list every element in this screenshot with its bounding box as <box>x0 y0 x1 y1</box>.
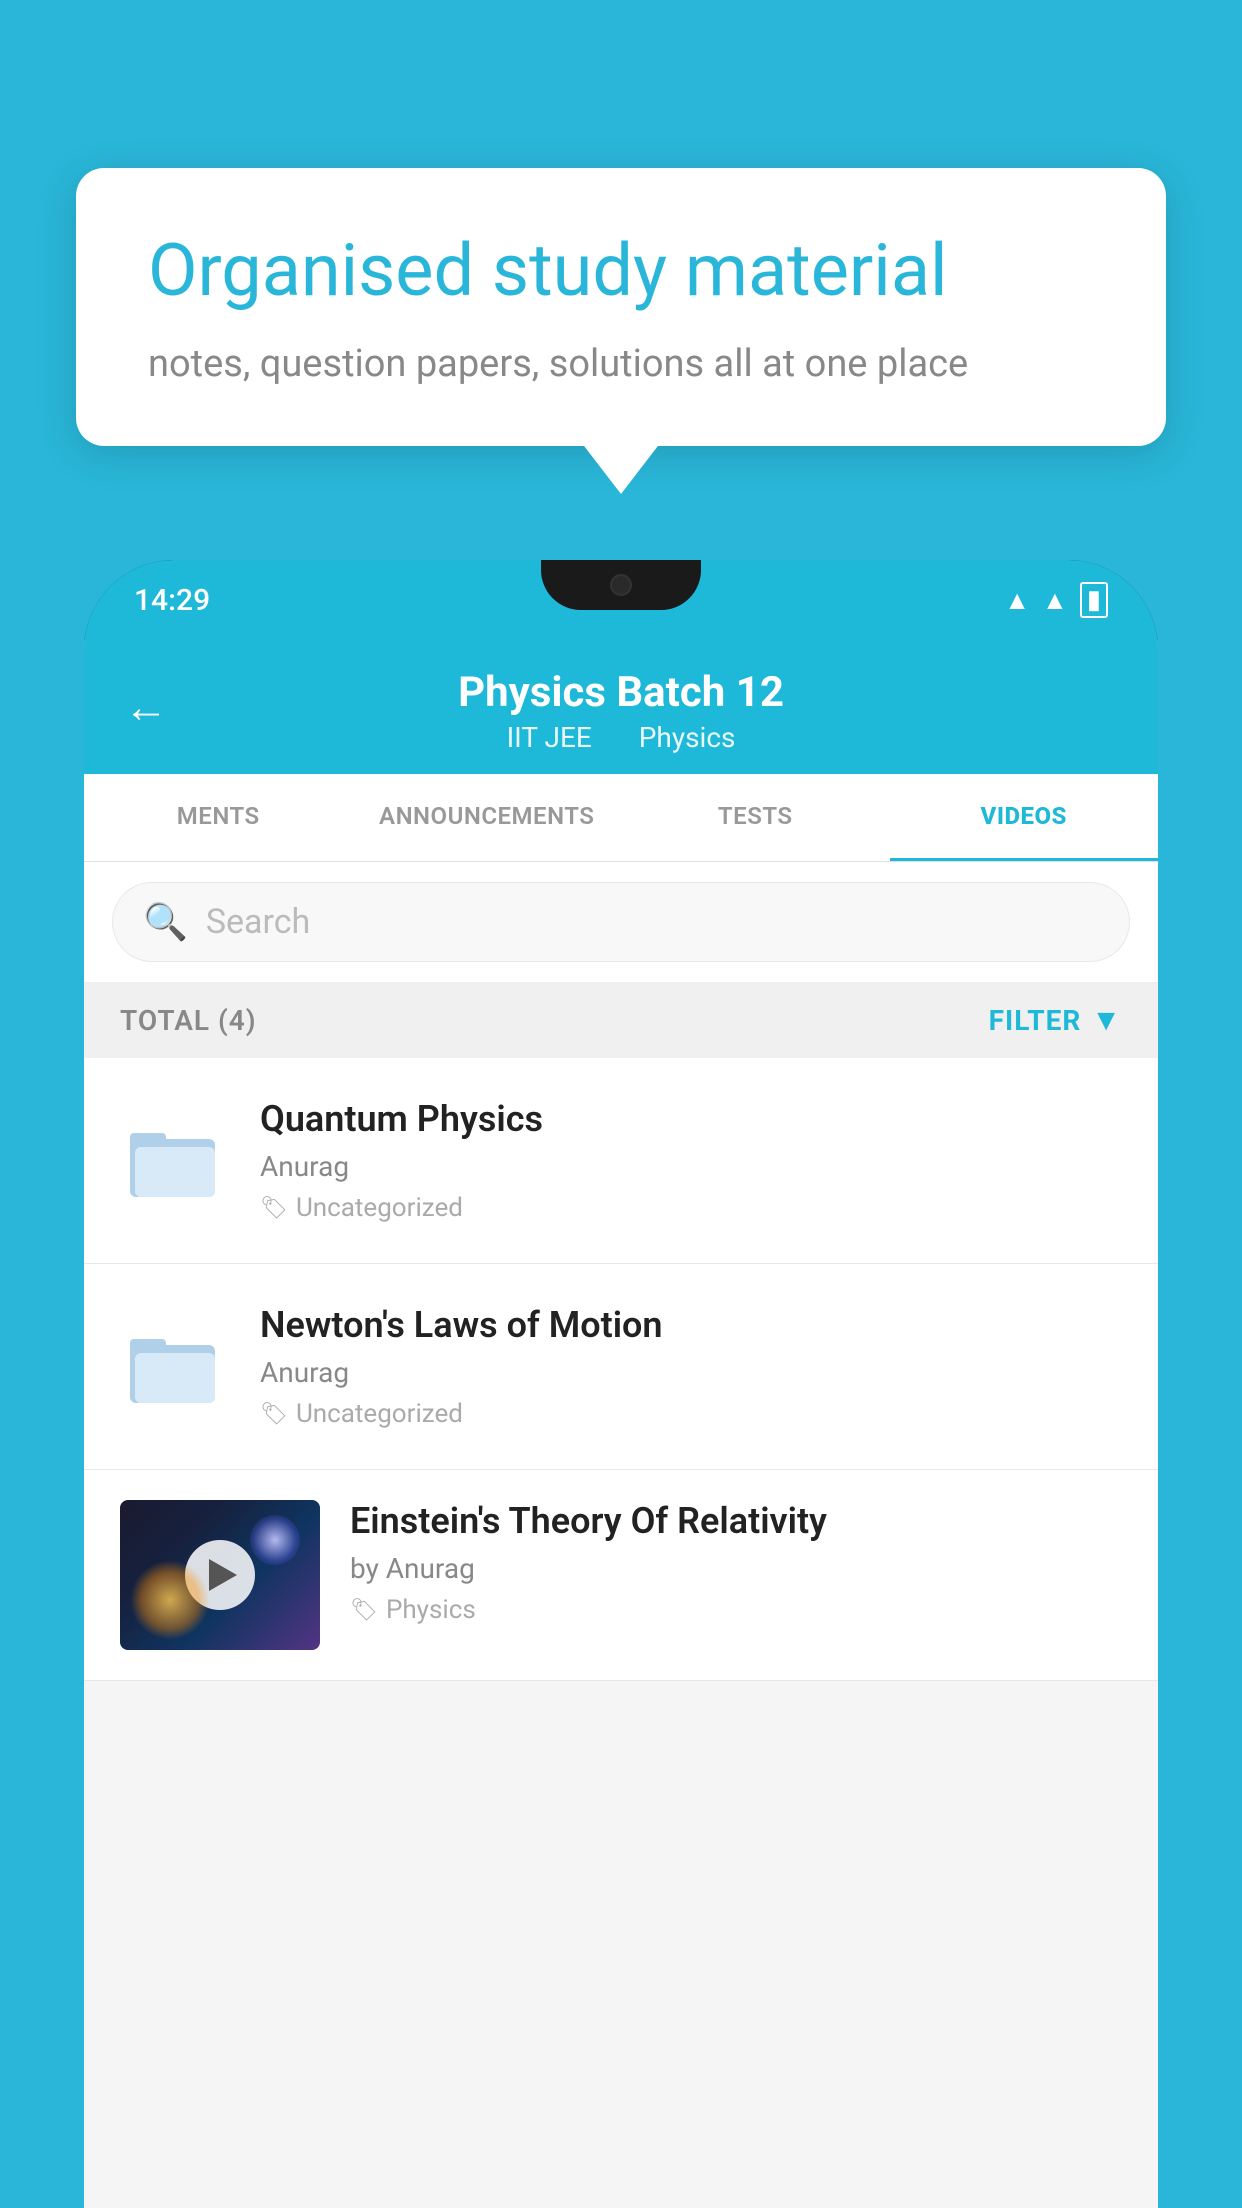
tag-icon: 🏷 <box>260 1402 288 1427</box>
filter-label: FILTER <box>989 1004 1082 1037</box>
phone-frame: 14:29 ▲ ▲ ▮ ← Physics Batch 12 IIT JEE P… <box>84 560 1158 2208</box>
folder-thumbnail <box>120 1312 230 1422</box>
video-title: Quantum Physics <box>260 1098 1122 1140</box>
folder-thumbnail <box>120 1106 230 1216</box>
video-title: Newton's Laws of Motion <box>260 1304 1122 1346</box>
camera-dot <box>610 574 632 596</box>
battery-icon: ▮ <box>1080 582 1108 618</box>
folder-icon <box>130 1121 220 1201</box>
search-bar[interactable]: 🔍 Search <box>112 882 1130 962</box>
tab-announcements[interactable]: ANNOUNCEMENTS <box>353 774 622 861</box>
tab-tests[interactable]: TESTS <box>621 774 890 861</box>
list-item[interactable]: Newton's Laws of Motion Anurag 🏷 Uncateg… <box>84 1264 1158 1470</box>
tag-label: Physics <box>386 1595 476 1625</box>
video-info: Quantum Physics Anurag 🏷 Uncategorized <box>260 1098 1122 1223</box>
video-info: Einstein's Theory Of Relativity by Anura… <box>350 1500 1122 1625</box>
video-thumbnail <box>120 1500 320 1650</box>
tag-label: Uncategorized <box>296 1193 463 1223</box>
tag-icon: 🏷 <box>350 1598 378 1623</box>
signal-icon: ▲ <box>1042 585 1068 616</box>
status-bar: 14:29 ▲ ▲ ▮ <box>84 560 1158 640</box>
phone-screen: ← Physics Batch 12 IIT JEE Physics MENTS… <box>84 640 1158 2208</box>
search-icon: 🔍 <box>143 901 188 943</box>
video-author: Anurag <box>260 1356 1122 1389</box>
total-label: TOTAL (4) <box>120 1004 257 1037</box>
phone-notch <box>541 560 701 610</box>
filter-icon: ▼ <box>1091 1003 1122 1038</box>
video-tag: 🏷 Uncategorized <box>260 1399 1122 1429</box>
status-icons: ▲ ▲ ▮ <box>1004 582 1108 618</box>
bubble-title: Organised study material <box>148 228 1094 314</box>
header-title: Physics Batch 12 <box>124 668 1118 717</box>
speech-bubble-card: Organised study material notes, question… <box>76 168 1166 446</box>
search-container: 🔍 Search <box>84 862 1158 983</box>
orb-decoration <box>250 1515 300 1565</box>
tag-icon: 🏷 <box>260 1196 288 1221</box>
video-title: Einstein's Theory Of Relativity <box>350 1500 1122 1542</box>
filter-button[interactable]: FILTER ▼ <box>989 1003 1122 1038</box>
search-placeholder: Search <box>206 902 310 942</box>
back-button[interactable]: ← <box>124 681 168 733</box>
video-info: Newton's Laws of Motion Anurag 🏷 Uncateg… <box>260 1304 1122 1429</box>
status-time: 14:29 <box>134 583 210 618</box>
video-author: by Anurag <box>350 1552 1122 1585</box>
orb-decoration <box>130 1560 210 1640</box>
header-subtitle: IIT JEE Physics <box>124 721 1118 754</box>
video-tag: 🏷 Uncategorized <box>260 1193 1122 1223</box>
filter-bar: TOTAL (4) FILTER ▼ <box>84 983 1158 1058</box>
tab-ments[interactable]: MENTS <box>84 774 353 861</box>
list-item[interactable]: Quantum Physics Anurag 🏷 Uncategorized <box>84 1058 1158 1264</box>
bubble-subtitle: notes, question papers, solutions all at… <box>148 342 1094 386</box>
video-tag: 🏷 Physics <box>350 1595 1122 1625</box>
tabs-bar: MENTS ANNOUNCEMENTS TESTS VIDEOS <box>84 774 1158 862</box>
tag-label: Uncategorized <box>296 1399 463 1429</box>
play-icon <box>209 1559 237 1591</box>
folder-icon <box>130 1327 220 1407</box>
app-header: ← Physics Batch 12 IIT JEE Physics <box>84 640 1158 774</box>
list-item[interactable]: Einstein's Theory Of Relativity by Anura… <box>84 1470 1158 1681</box>
video-author: Anurag <box>260 1150 1122 1183</box>
video-list: Quantum Physics Anurag 🏷 Uncategorized <box>84 1058 1158 1681</box>
header-subtitle-part2: Physics <box>639 721 736 754</box>
wifi-icon: ▲ <box>1004 585 1030 616</box>
tab-videos[interactable]: VIDEOS <box>890 774 1159 861</box>
header-subtitle-part1: IIT JEE <box>507 721 592 754</box>
